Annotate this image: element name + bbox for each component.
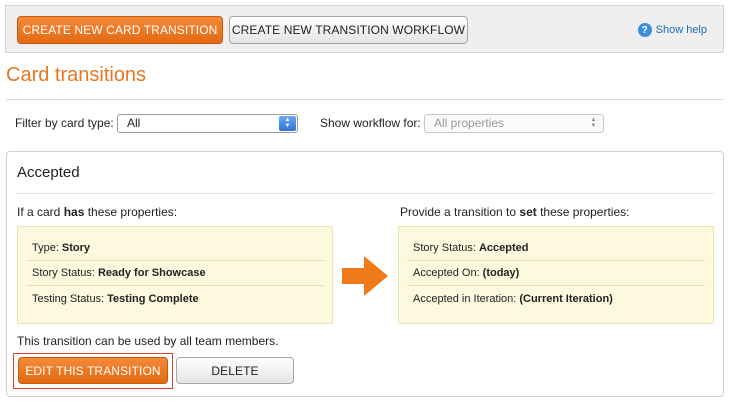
property-name: Story Status: <box>32 267 95 279</box>
card-type-select[interactable]: All ▲ ▼ <box>117 113 298 133</box>
workflow-select-value: All properties <box>434 116 505 130</box>
right-arrow-icon <box>342 256 388 296</box>
property-row: Story Status: Accepted <box>407 236 705 261</box>
filter-bar: Filter by card type: All ▲ ▼ Show workflo… <box>15 113 604 133</box>
title-divider <box>6 99 724 100</box>
help-icon: ? <box>637 23 652 37</box>
set-heading-prefix: Provide a transition to <box>400 205 520 219</box>
toolbar: CREATE NEW CARD TRANSITION CREATE NEW TR… <box>5 5 724 53</box>
delete-transition-button[interactable]: DELETE <box>176 357 294 384</box>
page-title: Card transitions <box>6 64 147 86</box>
card-type-select-value: All <box>127 116 141 130</box>
set-properties-heading: Provide a transition to set these proper… <box>400 205 629 219</box>
property-row: Testing Status: Testing Complete <box>26 286 324 311</box>
show-help-link[interactable]: ? Show help <box>637 23 707 37</box>
set-heading-emphasis: set <box>519 205 537 219</box>
up-down-arrows-icon: ▲ ▼ <box>279 115 296 131</box>
property-row: Accepted in Iteration: (Current Iteration… <box>407 286 705 311</box>
property-value: Ready for Showcase <box>97 267 206 279</box>
property-value: (Current Iteration) <box>519 292 613 305</box>
property-name: Type: <box>32 242 59 254</box>
create-new-card-transition-button[interactable]: CREATE NEW CARD TRANSITION <box>17 16 223 44</box>
has-heading-suffix: these properties: <box>84 205 178 219</box>
property-value: Accepted <box>478 242 529 254</box>
set-properties-box: Story Status: Accepted Accepted On: (today… <box>398 226 714 324</box>
property-row: Type: Story <box>26 236 324 261</box>
property-name: Accepted in Iteration: <box>413 292 517 305</box>
transition-name: Accepted <box>17 164 80 181</box>
property-name: Testing Status: <box>32 292 105 305</box>
create-new-transition-workflow-button[interactable]: CREATE NEW TRANSITION WORKFLOW <box>229 16 468 44</box>
edit-transition-button[interactable]: EDIT THIS TRANSITION <box>18 357 168 384</box>
up-down-arrows-icon: ▲ ▼ <box>590 117 597 129</box>
card-type-filter-label: Filter by card type: <box>15 116 114 130</box>
property-row: Story Status: Ready for Showcase <box>26 261 324 286</box>
has-properties-heading: If a card has these properties: <box>17 205 177 219</box>
property-value: Testing Complete <box>107 292 199 305</box>
property-name: Story Status: <box>413 242 476 254</box>
show-help-label[interactable]: Show help <box>656 24 707 36</box>
property-value: (today) <box>482 267 520 279</box>
property-name: Accepted On: <box>413 267 480 279</box>
workflow-select[interactable]: All properties ▲ ▼ <box>424 113 604 133</box>
transition-card: Accepted If a card has these properties:… <box>6 151 724 397</box>
has-properties-box: Type: Story Story Status: Ready for Showca… <box>17 226 333 324</box>
set-heading-suffix: these properties: <box>536 205 630 219</box>
usage-note: This transition can be used by all team … <box>17 334 279 348</box>
workflow-filter-label: Show workflow for: <box>320 116 421 130</box>
property-row: Accepted On: (today) <box>407 261 705 286</box>
card-divider <box>17 193 714 194</box>
has-heading-emphasis: has <box>63 205 85 219</box>
has-heading-prefix: If a card <box>17 205 64 219</box>
property-value: Story <box>61 242 91 254</box>
edit-button-highlight: EDIT THIS TRANSITION <box>13 353 173 389</box>
